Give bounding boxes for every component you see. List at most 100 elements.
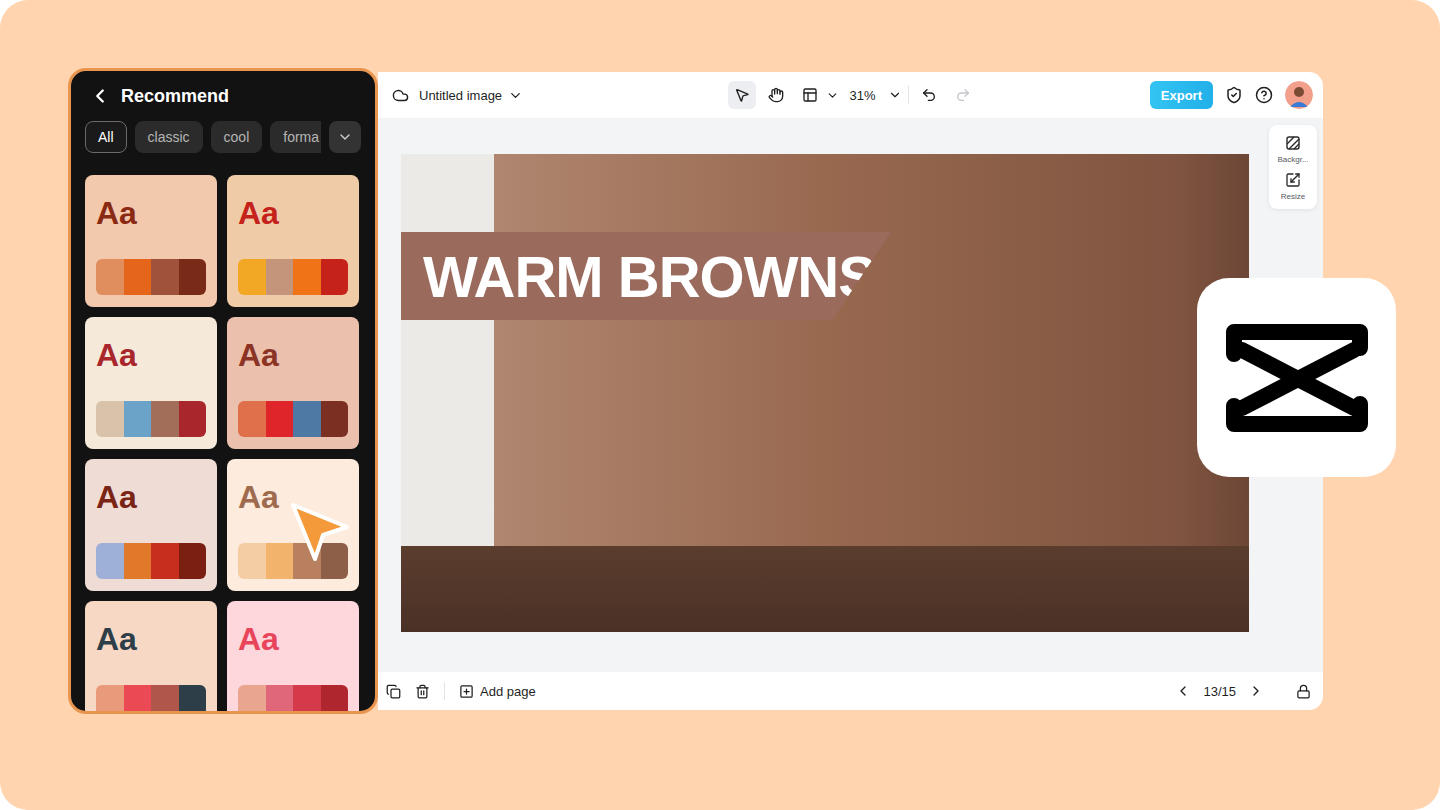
filter-chip[interactable]: All (85, 121, 127, 153)
undo-button[interactable] (915, 81, 943, 109)
filter-track: Allclassiccoolforma (85, 121, 321, 153)
duplicate-icon[interactable] (386, 684, 401, 699)
filter-more-button[interactable] (329, 121, 361, 153)
page-actions: Add page (386, 682, 536, 700)
avatar-icon[interactable] (1285, 81, 1313, 109)
capcut-logo-icon (1222, 318, 1372, 438)
palette-card[interactable]: Aa (85, 601, 217, 714)
palette-swatch (96, 401, 124, 437)
palette-swatch (321, 259, 349, 295)
side-tool[interactable]: Resize (1281, 172, 1305, 201)
layout-button[interactable] (796, 81, 824, 109)
file-title[interactable]: Untitled image (419, 88, 523, 103)
tool-button[interactable] (728, 81, 756, 109)
palette-swatch (151, 259, 179, 295)
next-page-icon[interactable] (1248, 683, 1264, 699)
filter-chip[interactable]: classic (135, 121, 203, 153)
bottom-divider (444, 682, 445, 700)
palette-swatches (238, 543, 348, 579)
capcut-logo (1197, 278, 1396, 477)
lock-icon[interactable] (1296, 684, 1311, 699)
palette-sample: Aa (96, 197, 206, 229)
palette-swatch (266, 401, 294, 437)
layout-menu[interactable] (796, 81, 839, 109)
palette-swatch (179, 259, 207, 295)
page-counter: 13/15 (1203, 684, 1236, 699)
palette-sample: Aa (96, 339, 206, 371)
palette-card[interactable]: Aa (227, 317, 359, 449)
canvas-area: WARM BROWNS Backgr... Resize (378, 118, 1323, 672)
palette-sample: Aa (96, 623, 206, 655)
filter-chip[interactable]: forma (270, 121, 321, 153)
redo-button[interactable] (949, 81, 977, 109)
palette-swatches (96, 543, 206, 579)
palette-swatch (293, 685, 321, 714)
palette-swatch (266, 685, 294, 714)
palette-swatches (96, 401, 206, 437)
back-icon[interactable] (89, 85, 111, 107)
side-tool-label: Backgr... (1277, 155, 1308, 164)
zoom-menu[interactable]: 31% (845, 88, 901, 103)
palette-sample: Aa (238, 339, 348, 371)
layout-icon (802, 87, 818, 103)
cloud-icon[interactable] (392, 87, 409, 104)
palette-swatch (238, 259, 266, 295)
filter-row: Allclassiccoolforma (71, 117, 375, 153)
palette-card[interactable]: Aa (227, 175, 359, 307)
cursor-icon (287, 499, 353, 565)
palette-card[interactable]: Aa (227, 459, 359, 591)
redo-icon (955, 87, 971, 103)
panel-header: Recommend (71, 71, 375, 117)
page-navigation: 13/15 (1175, 683, 1311, 699)
export-button[interactable]: Export (1150, 81, 1213, 109)
headline-text[interactable]: WARM BROWNS (423, 243, 876, 310)
recommend-panel: RecommendAllclassiccoolformaAaAaAaAaAaAa… (68, 68, 378, 714)
palette-swatches (96, 259, 206, 295)
palette-swatch (124, 259, 152, 295)
add-page-button[interactable]: Add page (459, 684, 536, 699)
palette-sample: Aa (238, 197, 348, 229)
palette-swatch (151, 401, 179, 437)
palette-swatch (179, 543, 207, 579)
toolbar-right: Export (977, 81, 1313, 109)
palette-swatches (238, 685, 348, 714)
palette-swatch (124, 685, 152, 714)
chevron-down-icon (337, 129, 353, 145)
palette-swatch (96, 259, 124, 295)
side-tools: Backgr... Resize (1269, 125, 1317, 209)
side-tool[interactable]: Backgr... (1277, 135, 1308, 164)
previous-page-icon[interactable] (1175, 683, 1191, 699)
toolbar-center: 31% (728, 81, 976, 109)
palette-card[interactable]: Aa (85, 459, 217, 591)
shield-icon[interactable] (1225, 86, 1243, 104)
palette-swatch (124, 543, 152, 579)
palette-card[interactable]: Aa (85, 317, 217, 449)
trash-icon[interactable] (415, 684, 430, 699)
palette-swatch (179, 401, 207, 437)
zoom-level: 31% (845, 88, 879, 103)
chevron-down-icon (508, 88, 523, 103)
headline-banner[interactable]: WARM BROWNS (401, 232, 891, 320)
tool-button[interactable] (762, 81, 790, 109)
promo-stage: RecommendAllclassiccoolformaAaAaAaAaAaAa… (0, 0, 1440, 810)
toolbar-divider (908, 86, 909, 104)
palette-grid: Aa Aa Aa Aa Aa Aa Aa Aa (71, 153, 375, 714)
palette-sample: Aa (238, 623, 348, 655)
undo-icon (921, 87, 937, 103)
design-photo[interactable]: WARM BROWNS (401, 154, 1249, 632)
palette-swatch (124, 401, 152, 437)
palette-swatches (96, 685, 206, 714)
help-icon[interactable] (1255, 86, 1273, 104)
palette-sample: Aa (96, 481, 206, 513)
palette-card[interactable]: Aa (85, 175, 217, 307)
palette-swatch (293, 401, 321, 437)
chevron-down-icon (826, 89, 839, 102)
editor-toolbar: Untitled image 31% Export (378, 72, 1323, 118)
palette-swatch (179, 685, 207, 714)
palette-swatch (293, 259, 321, 295)
palette-swatch (321, 401, 349, 437)
palette-card[interactable]: Aa (227, 601, 359, 714)
toolbar-left: Untitled image (392, 87, 728, 104)
palette-swatch (238, 685, 266, 714)
filter-chip[interactable]: cool (211, 121, 263, 153)
